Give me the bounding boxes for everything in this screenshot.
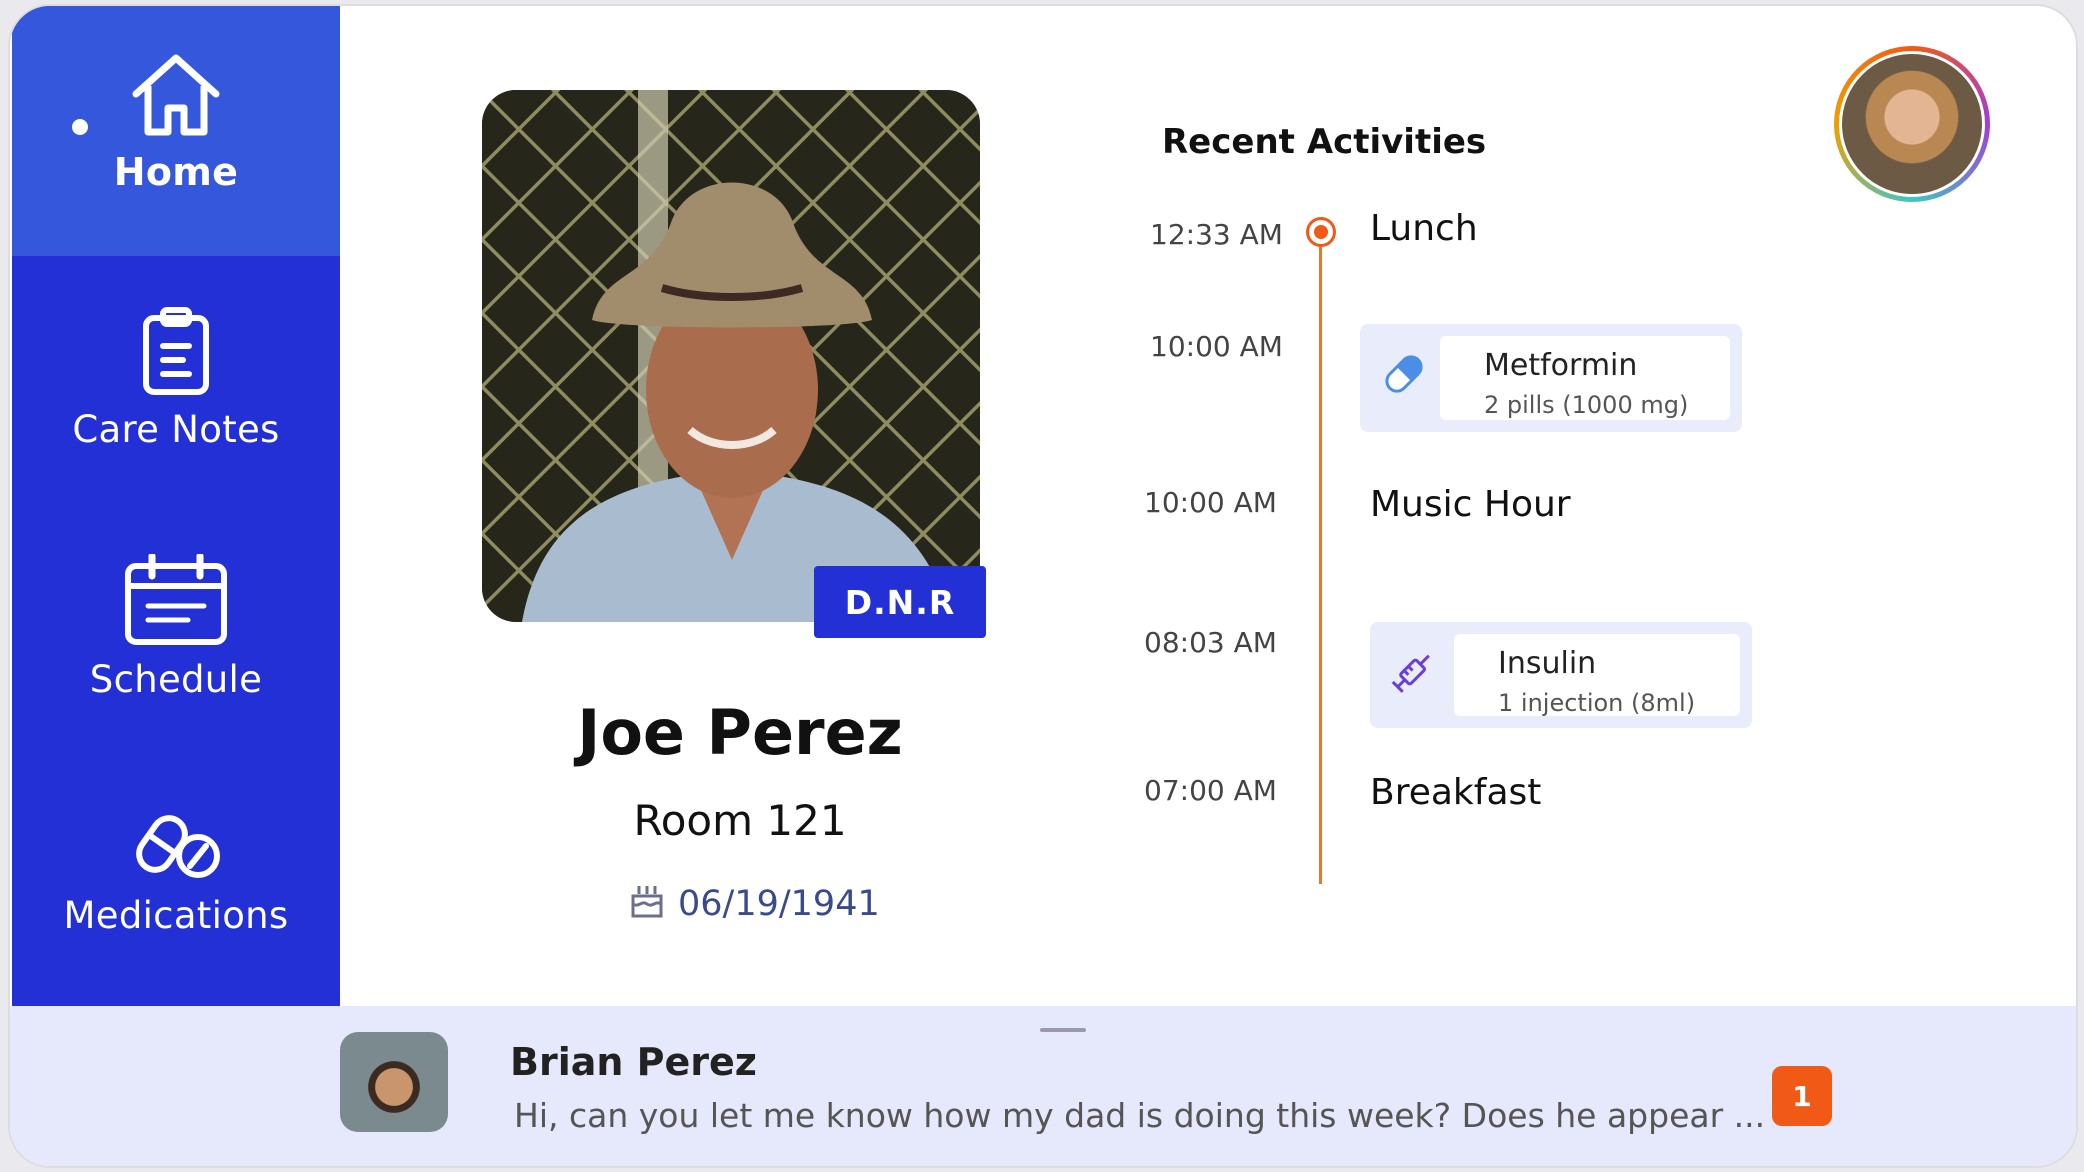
timeline-current-dot <box>1306 217 1336 247</box>
sidebar: Home Care Notes Schedule Medications <box>12 6 340 1006</box>
user-avatar[interactable] <box>1834 46 1990 202</box>
resident-dob: 06/19/1941 <box>630 880 880 927</box>
nav-care-notes-label: Care Notes <box>72 408 280 451</box>
nav-home[interactable]: Home <box>12 6 340 256</box>
syringe-icon <box>1390 648 1438 700</box>
medication-name: Insulin <box>1498 646 1597 681</box>
resident-photo <box>482 90 980 622</box>
sender-name: Brian Perez <box>510 1040 757 1084</box>
medication-card-body: Metformin 2 pills (1000 mg) <box>1440 336 1730 420</box>
activity-time: 08:03 AM <box>1144 626 1277 659</box>
nav-schedule-label: Schedule <box>89 658 263 701</box>
medication-card-body: Insulin 1 injection (8ml) <box>1454 634 1740 717</box>
calendar-icon <box>124 554 228 646</box>
activity-time: 12:33 AM <box>1150 218 1283 251</box>
pills-icon <box>130 806 222 882</box>
activity-time: 07:00 AM <box>1144 774 1277 807</box>
birthday-cake-icon <box>630 880 678 927</box>
nav-medications-label: Medications <box>63 894 289 937</box>
sender-avatar <box>340 1032 448 1132</box>
nav-medications[interactable]: Medications <box>12 806 340 937</box>
timeline-line <box>1319 236 1322 884</box>
activity-breakfast[interactable]: Breakfast <box>1370 772 1541 813</box>
medication-name: Metformin <box>1484 348 1638 383</box>
clipboard-icon <box>141 306 211 396</box>
activity-lunch[interactable]: Lunch <box>1370 208 1478 249</box>
dob-text: 06/19/1941 <box>678 883 880 924</box>
app-frame: Home Care Notes Schedule Medications D.N… <box>10 6 2076 1166</box>
resident-room: Room 121 <box>633 796 847 845</box>
activity-time: 10:00 AM <box>1150 330 1283 363</box>
resident-name: Joe Perez <box>577 696 903 769</box>
active-indicator <box>72 119 88 135</box>
home-icon <box>128 52 224 138</box>
dnr-badge: D.N.R <box>814 566 986 638</box>
message-preview: Hi, can you let me know how my dad is do… <box>514 1096 1766 1135</box>
user-avatar-image <box>1839 51 1985 197</box>
activity-time: 10:00 AM <box>1144 486 1277 519</box>
recent-activities-title: Recent Activities <box>1162 122 1487 162</box>
medication-card-metformin[interactable]: Metformin 2 pills (1000 mg) <box>1360 324 1742 432</box>
nav-care-notes[interactable]: Care Notes <box>12 306 340 451</box>
activity-music-hour[interactable]: Music Hour <box>1370 484 1571 525</box>
medication-dose: 1 injection (8ml) <box>1498 689 1696 717</box>
unread-count-badge: 1 <box>1772 1066 1832 1126</box>
drag-handle[interactable] <box>1040 1028 1086 1032</box>
pill-icon <box>1380 350 1428 402</box>
nav-home-label: Home <box>113 150 239 194</box>
nav-schedule[interactable]: Schedule <box>12 554 340 701</box>
message-bar[interactable]: Brian Perez Hi, can you let me know how … <box>10 1006 2076 1166</box>
medication-card-insulin[interactable]: Insulin 1 injection (8ml) <box>1370 622 1752 728</box>
medication-dose: 2 pills (1000 mg) <box>1484 391 1689 419</box>
